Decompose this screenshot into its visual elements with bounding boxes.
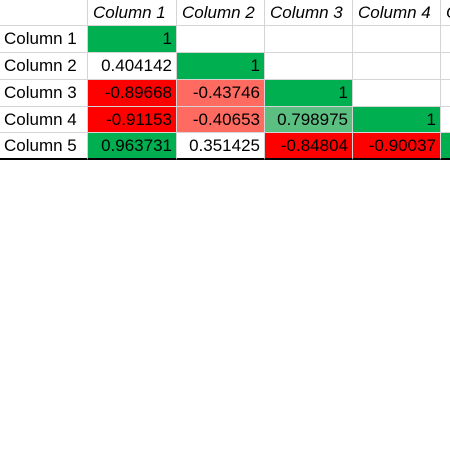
- matrix-cell[interactable]: [353, 26, 441, 53]
- matrix-cell[interactable]: [441, 133, 450, 160]
- matrix-cell[interactable]: 1: [265, 80, 353, 107]
- matrix-cell[interactable]: [441, 26, 450, 53]
- row-label[interactable]: Column 1: [0, 26, 88, 53]
- matrix-cell[interactable]: 0.404142: [88, 53, 177, 80]
- matrix-cell[interactable]: [177, 26, 265, 53]
- matrix-cell[interactable]: [353, 80, 441, 107]
- column-header[interactable]: Column 4: [353, 0, 441, 26]
- matrix-cell[interactable]: [441, 107, 450, 133]
- column-header[interactable]: Column 1: [88, 0, 177, 26]
- matrix-cell[interactable]: -0.84804: [265, 133, 353, 160]
- matrix-cell[interactable]: 1: [88, 26, 177, 53]
- matrix-cell[interactable]: [265, 53, 353, 80]
- matrix-cell[interactable]: -0.91153: [88, 107, 177, 133]
- spreadsheet: Column 1Column 2Column 3Column 4CColumn …: [0, 0, 450, 450]
- row-label[interactable]: Column 3: [0, 80, 88, 107]
- matrix-cell[interactable]: 0.963731: [88, 133, 177, 160]
- matrix-cell[interactable]: 0.351425: [177, 133, 265, 160]
- row-label[interactable]: Column 2: [0, 53, 88, 80]
- corner-cell[interactable]: [0, 0, 88, 26]
- matrix-cell[interactable]: [441, 53, 450, 80]
- matrix-cell[interactable]: -0.89668: [88, 80, 177, 107]
- matrix-cell[interactable]: [353, 53, 441, 80]
- matrix-cell[interactable]: 0.798975: [265, 107, 353, 133]
- column-header[interactable]: Column 3: [265, 0, 353, 26]
- row-label[interactable]: Column 5: [0, 133, 88, 160]
- matrix-cell[interactable]: 1: [353, 107, 441, 133]
- matrix-cell[interactable]: [265, 26, 353, 53]
- matrix-cell[interactable]: -0.43746: [177, 80, 265, 107]
- matrix-cell[interactable]: -0.40653: [177, 107, 265, 133]
- row-label[interactable]: Column 4: [0, 107, 88, 133]
- correlation-matrix-grid: Column 1Column 2Column 3Column 4CColumn …: [0, 0, 450, 160]
- column-header[interactable]: C: [441, 0, 450, 26]
- matrix-cell[interactable]: 1: [177, 53, 265, 80]
- matrix-cell[interactable]: -0.90037: [353, 133, 441, 160]
- column-header[interactable]: Column 2: [177, 0, 265, 26]
- matrix-cell[interactable]: [441, 80, 450, 107]
